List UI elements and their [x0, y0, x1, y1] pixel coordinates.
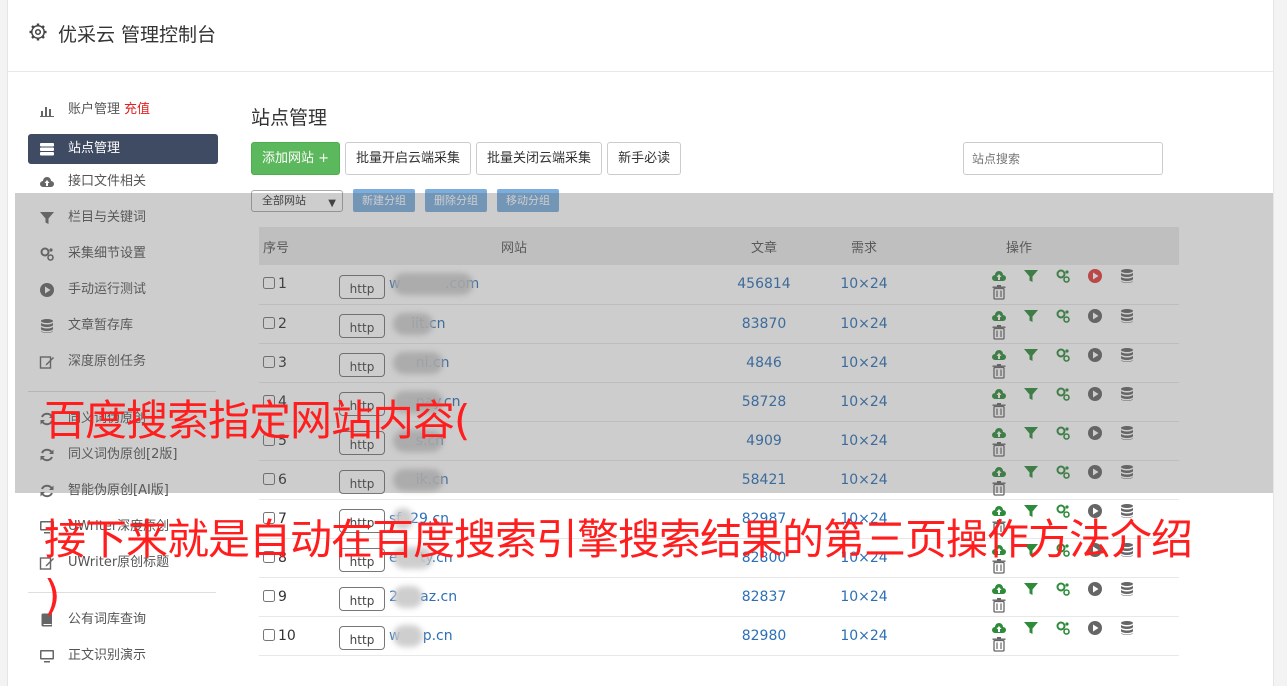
gears-icon[interactable] — [1055, 581, 1071, 597]
table-row: 10httpw p.cn8298010×24 — [259, 616, 1179, 655]
sidebar-item[interactable]: 账户管理 充值 — [28, 95, 218, 131]
database-icon[interactable] — [1119, 620, 1135, 636]
filter-icon[interactable] — [1023, 581, 1039, 597]
trash-icon[interactable] — [991, 597, 1007, 613]
sidebar-item-label: 正文识别演示 — [68, 648, 147, 663]
site-domain-link[interactable]: w p.cn — [389, 624, 453, 647]
recharge-link[interactable]: 充值 — [124, 102, 150, 117]
sidebar-item-label: 公有词库查询 — [68, 612, 147, 627]
article-count[interactable]: 82980 — [699, 616, 829, 655]
dim-overlay — [15, 193, 1273, 493]
sidebar-item-label: 站点管理 — [68, 141, 121, 156]
filter-icon[interactable] — [1023, 620, 1039, 636]
row-number: 9 — [278, 588, 287, 605]
server-icon — [40, 143, 54, 156]
cloud-upload-icon — [40, 177, 54, 187]
gears-icon[interactable] — [1055, 620, 1071, 636]
overlay-headline-3: ) — [44, 571, 60, 620]
article-count[interactable]: 82837 — [699, 577, 829, 616]
ops-cell — [899, 616, 1179, 655]
protocol-badge: http — [339, 626, 385, 650]
redaction-blur — [393, 585, 423, 608]
site-cell: http 2 az.cn — [329, 577, 699, 616]
site-domain-link[interactable]: 2 az.cn — [389, 585, 457, 608]
cloud-upload-icon[interactable] — [991, 581, 1007, 597]
main-content: 站点管理 添加网站 + 批量开启云端采集 批量关闭云端采集 新手必读 全部网站 … — [251, 95, 1181, 655]
beginner-guide-button[interactable]: 新手必读 — [607, 142, 682, 175]
overlay-headline-2: 接下来就是自动在百度搜索引擎搜索结果的第三页操作方法介绍 — [44, 515, 1193, 564]
ops-cell — [899, 577, 1179, 616]
overlay-headline-1: 百度搜索指定网站内容( — [44, 396, 470, 445]
gear-icon[interactable] — [28, 22, 48, 42]
row-checkbox[interactable] — [263, 628, 275, 641]
sidebar-item[interactable]: 正文识别演示 — [28, 641, 218, 677]
table-row: 9 http 2 az.cn 82837 10×24 — [259, 577, 1179, 616]
protocol-badge: http — [339, 587, 385, 611]
sidebar-item-label: 账户管理 — [68, 102, 121, 117]
database-icon[interactable] — [1119, 581, 1135, 597]
site-search-input[interactable] — [963, 142, 1163, 175]
play-circle-icon[interactable] — [1087, 581, 1103, 597]
sidebar-item-label: 接口文件相关 — [68, 174, 147, 189]
add-site-button[interactable]: 添加网站 + — [251, 142, 341, 175]
row-checkbox[interactable] — [263, 589, 275, 602]
monitor-icon — [40, 650, 54, 663]
trash-icon[interactable] — [991, 636, 1007, 652]
app-title: 优采云 管理控制台 — [58, 24, 217, 46]
demand-value[interactable]: 10×24 — [829, 616, 899, 655]
sidebar-item[interactable]: 站点管理 — [28, 134, 218, 164]
toolbar: 添加网站 + 批量开启云端采集 批量关闭云端采集 新手必读 — [251, 142, 682, 175]
demand-value[interactable]: 10×24 — [829, 577, 899, 616]
row-number-cell: 9 — [259, 577, 329, 616]
batch-open-cloud-button[interactable]: 批量开启云端采集 — [345, 142, 472, 175]
site-cell: httpw p.cn — [329, 616, 699, 655]
cloud-upload-icon[interactable] — [991, 620, 1007, 636]
bar-chart-icon — [40, 107, 54, 117]
page-title: 站点管理 — [251, 107, 328, 129]
play-circle-icon[interactable] — [1087, 620, 1103, 636]
batch-close-cloud-button[interactable]: 批量关闭云端采集 — [476, 142, 603, 175]
row-number-cell: 10 — [259, 616, 329, 655]
row-number: 10 — [278, 627, 296, 644]
top-bar: 优采云 管理控制台 — [8, 0, 1273, 72]
redaction-blur — [393, 624, 423, 647]
